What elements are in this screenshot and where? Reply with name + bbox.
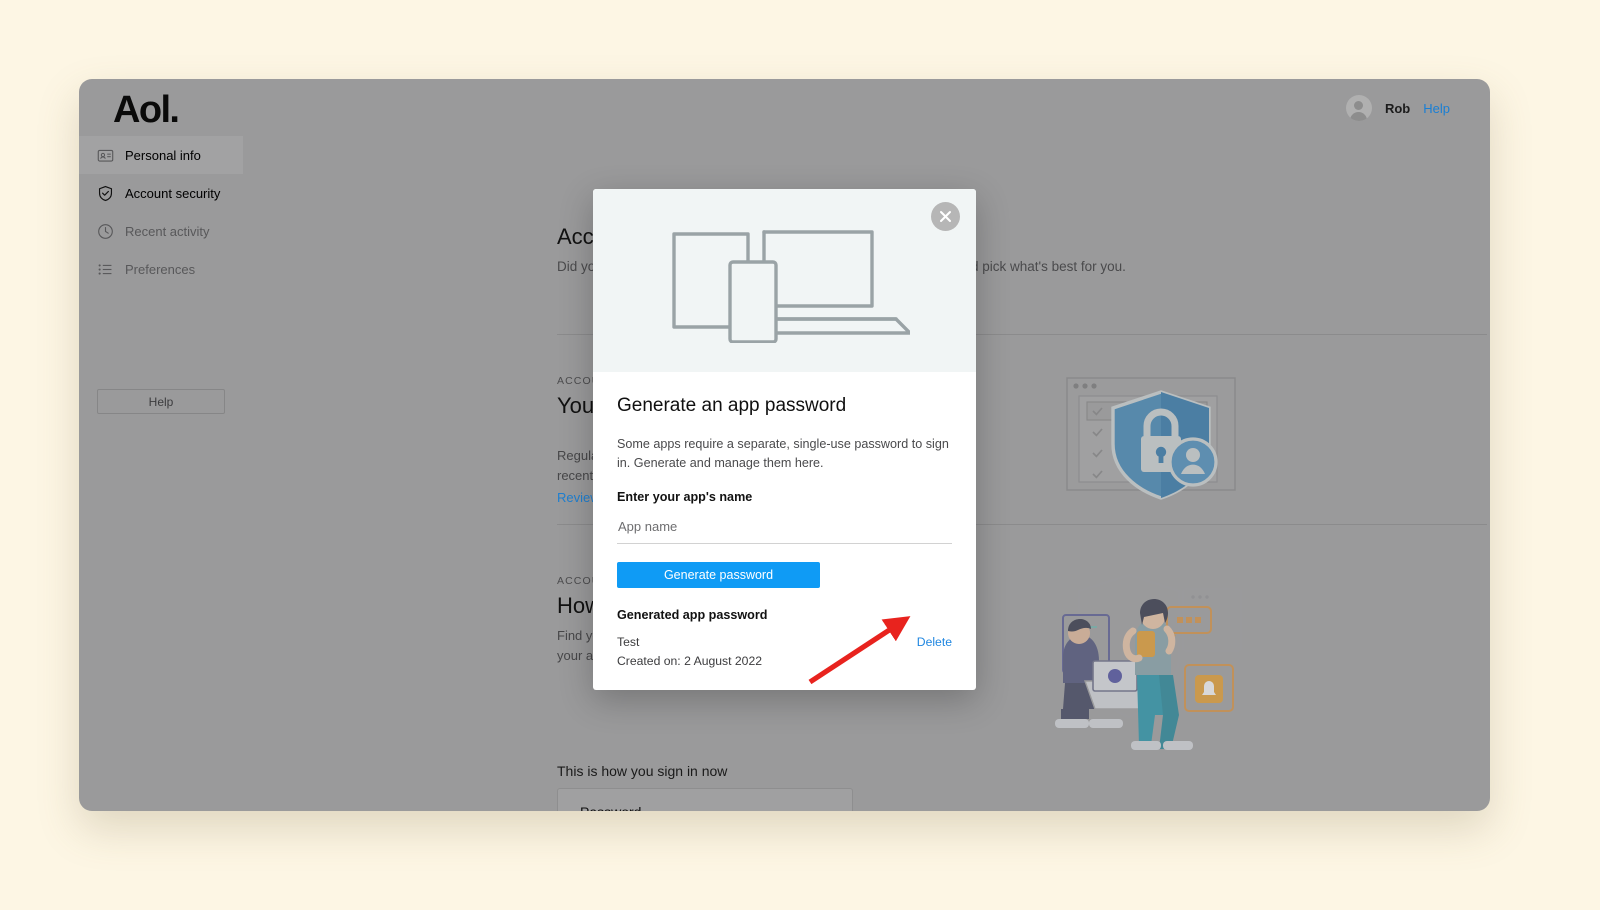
close-icon	[940, 211, 951, 222]
modal-hero	[593, 189, 976, 372]
modal-description: Some apps require a separate, single-use…	[617, 437, 949, 470]
app-name-label: Enter your app's name	[617, 490, 753, 504]
arrow-pointer-icon	[808, 616, 911, 685]
modal-overlay: Generate an app password Some apps requi…	[79, 79, 1490, 811]
devices-illustration	[671, 230, 910, 343]
browser-window: Aol. Rob Help Personal info Account secu…	[79, 79, 1490, 811]
annotation-arrow	[808, 616, 911, 685]
modal-title: Generate an app password	[617, 395, 847, 416]
generate-password-button[interactable]: Generate password	[617, 562, 820, 588]
delete-link[interactable]: Delete	[917, 635, 952, 649]
app-name-input[interactable]	[617, 519, 952, 544]
close-button[interactable]	[931, 202, 960, 231]
